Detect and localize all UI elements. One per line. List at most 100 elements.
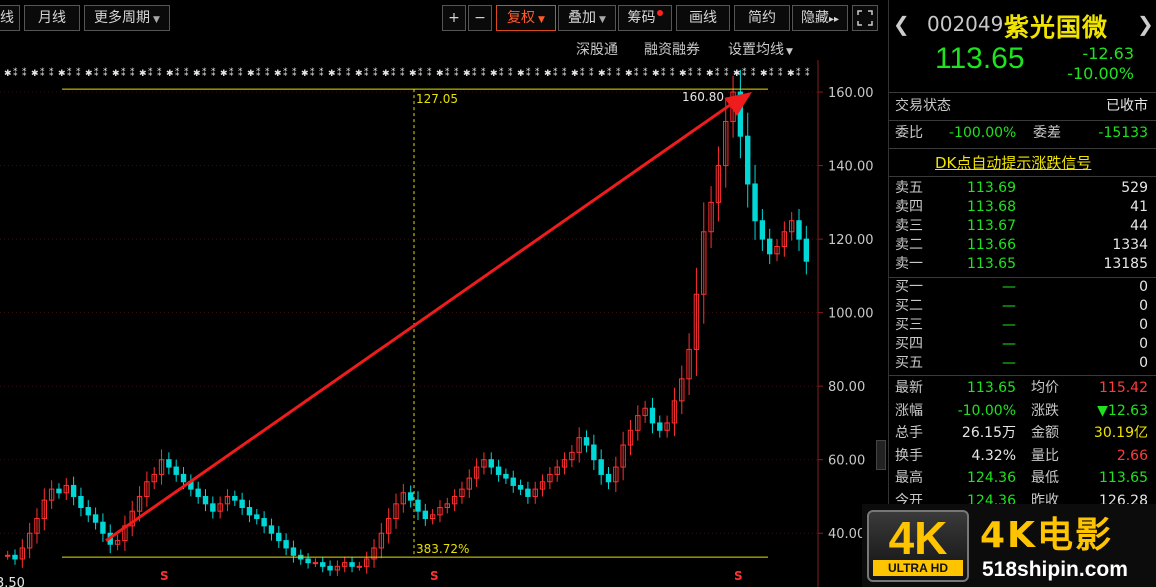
- stat-value: 124.36: [967, 470, 1016, 486]
- candle-body: [166, 459, 172, 468]
- signal-marker-icon: ⁑: [472, 67, 477, 79]
- bids-row[interactable]: 买二 — 0: [895, 297, 1152, 316]
- signal-marker-icon: ⁑: [67, 67, 72, 79]
- stat-value: 4.32%: [971, 447, 1016, 464]
- candle-body: [305, 558, 311, 564]
- stock-name: 紫光国微: [1004, 13, 1109, 42]
- asks-row[interactable]: 卖三 113.67 44: [895, 217, 1152, 236]
- zoom-in-button[interactable]: +: [442, 5, 466, 31]
- chips-button[interactable]: 筹码: [618, 5, 672, 31]
- kline-chart[interactable]: ✱ ⁑ ⁑ ✱ ⁑ ⁑ ✱ ⁑ ⁑ ✱ ⁑ ⁑ ✱ ⁑ ⁑ ✱ ⁑ ⁑ ✱ ⁑ ⁑ ✱ ⁑ ⁑ ✱ ⁑ ⁑ ✱ ⁑ ⁑ ✱ ⁑ ⁑ ✱ ⁑ ⁑ ✱ ⁑ ⁑ ✱…: [0, 60, 886, 587]
- signal-marker-icon: ⁑: [580, 67, 585, 79]
- overlay-label: 叠加: [568, 10, 597, 26]
- candle-body: [12, 554, 18, 560]
- candle-body: [525, 488, 531, 497]
- y-tick-label: 120.00: [828, 233, 874, 248]
- low-price-label: 3.50: [0, 576, 25, 587]
- more-periods-button[interactable]: 更多周期 ▼: [84, 5, 170, 31]
- 4k-badge: 4K ULTRA HD: [867, 510, 969, 582]
- prev-stock-button[interactable]: ❮: [893, 12, 910, 36]
- chevron-down-icon: ▼: [538, 15, 545, 25]
- signal-marker-icon: ✱: [706, 69, 714, 79]
- dk-signal-link[interactable]: DK点自动提示涨跌信号: [935, 152, 1091, 173]
- asks-row[interactable]: 卖二 113.66 1334: [895, 236, 1152, 255]
- monthly-button[interactable]: 月线: [24, 5, 80, 31]
- candle-body: [246, 507, 253, 516]
- asks-price: 113.69: [967, 180, 1016, 196]
- candle-body: [210, 503, 216, 512]
- chart-splitter-handle[interactable]: [876, 440, 886, 470]
- candle-body: [510, 477, 516, 486]
- signal-marker-icon: ⁑: [184, 67, 189, 79]
- bids-row[interactable]: 买四 — 0: [895, 335, 1152, 354]
- signal-marker-icon: ⁑: [346, 67, 351, 79]
- bid-ratio-value: -100.00%: [949, 125, 1017, 141]
- signal-marker-icon: ✱: [220, 69, 228, 79]
- divider: [889, 176, 1156, 177]
- signal-marker-icon: ⁑: [157, 67, 162, 79]
- candle-body: [796, 220, 802, 240]
- candle-body: [503, 473, 509, 479]
- stat-label: 最低: [1031, 470, 1059, 486]
- rise-percent-label: 383.72%: [416, 542, 469, 556]
- candle-body: [92, 514, 99, 523]
- signal-marker-icon: ⁑: [148, 67, 153, 79]
- candle-body: [312, 562, 319, 565]
- y-tick-label: 140.00: [828, 160, 874, 175]
- candle-body: [261, 518, 267, 527]
- asks-price: 113.67: [967, 218, 1016, 234]
- more-periods-label: 更多周期: [94, 10, 151, 26]
- draw-line-button[interactable]: 画线: [676, 5, 730, 31]
- fullscreen-button[interactable]: [852, 5, 878, 31]
- bids-volume: 0: [1139, 279, 1148, 295]
- asks-row[interactable]: 卖四 113.68 41: [895, 198, 1152, 217]
- stat-value: 30.19亿: [1093, 425, 1148, 441]
- signal-marker-icon: ✱: [193, 69, 201, 79]
- candle-body: [767, 238, 773, 255]
- watermark-logo: 4K ULTRA HD 4K电影 518shipin.com: [862, 504, 1156, 587]
- hide-button[interactable]: 隐藏▸▸: [792, 5, 848, 31]
- trade-status-row: 交易状态 已收市: [895, 97, 1152, 116]
- restore-rights-button[interactable]: 复权 ▼: [496, 5, 556, 31]
- margin-trading-link[interactable]: 融资融券: [644, 39, 700, 59]
- chevron-down-icon: ▼: [599, 15, 606, 25]
- asks-volume: 41: [1130, 199, 1148, 215]
- stat-label: 量比: [1031, 447, 1059, 464]
- next-stock-button[interactable]: ❯: [1137, 12, 1154, 36]
- signal-marker-icon: ⁑: [697, 67, 702, 79]
- asks-row[interactable]: 卖一 113.65 13185: [895, 255, 1152, 274]
- signal-marker-icon: ✱: [85, 69, 93, 79]
- divider: [889, 120, 1156, 121]
- signal-marker-icon: ⁑: [751, 67, 756, 79]
- simple-mode-button[interactable]: 简约: [734, 5, 790, 31]
- bids-row[interactable]: 买五 — 0: [895, 354, 1152, 373]
- candle-body: [803, 238, 810, 262]
- overlay-button[interactable]: 叠加 ▼: [558, 5, 616, 31]
- signal-marker-icon: ⁑: [121, 67, 126, 79]
- bid-diff-value: -15133: [1098, 125, 1148, 141]
- zoom-out-button[interactable]: −: [468, 5, 492, 31]
- watermark-title: 4K电影: [980, 515, 1113, 556]
- signal-marker-icon: ✱: [112, 69, 120, 79]
- candle-body: [649, 407, 656, 424]
- y-tick-label: 60.00: [828, 454, 865, 469]
- period-button-partial[interactable]: 线: [0, 5, 20, 31]
- signal-marker-icon: ⁑: [292, 67, 297, 79]
- set-ma-link[interactable]: 设置均线 ▼: [728, 39, 793, 59]
- signal-marker-icon: ✱: [139, 69, 147, 79]
- signal-marker-icon: ⁑: [13, 67, 18, 79]
- candle-body: [283, 540, 289, 549]
- candle-body: [70, 484, 77, 497]
- chips-label: 筹码: [627, 10, 656, 26]
- bids-row[interactable]: 买一 — 0: [895, 278, 1152, 297]
- candle-body: [591, 444, 597, 461]
- signal-marker-icon: ⁑: [724, 67, 729, 79]
- signal-marker-icon: ✱: [31, 69, 39, 79]
- bids-row[interactable]: 买三 — 0: [895, 316, 1152, 335]
- signal-marker-icon: ⁑: [418, 67, 423, 79]
- bids-level-label: 买二: [895, 298, 923, 314]
- shenzhen-connect-link[interactable]: 深股通: [576, 39, 618, 59]
- candle-body: [100, 521, 106, 534]
- bid-diff-label: 委差: [1033, 125, 1061, 141]
- asks-row[interactable]: 卖五 113.69 529: [895, 179, 1152, 198]
